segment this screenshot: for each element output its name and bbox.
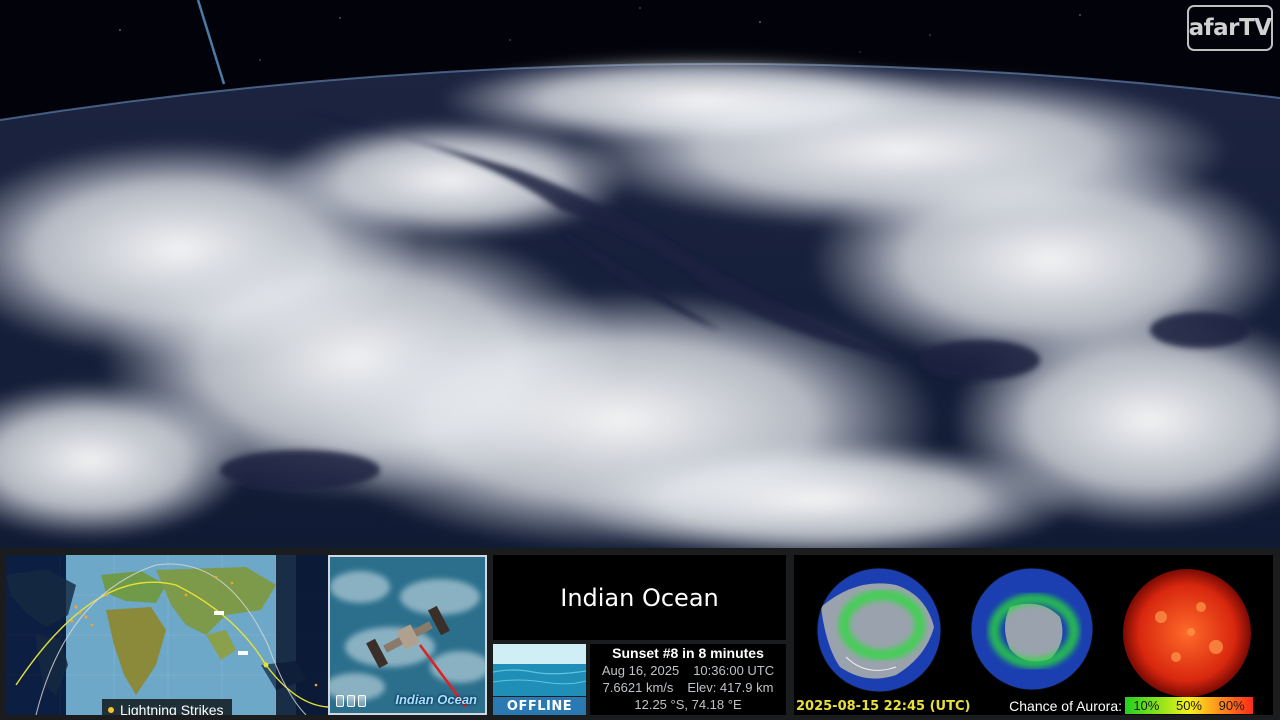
earth-clouds-image	[0, 0, 1280, 548]
orbit-info-panel: Sunset #8 in 8 minutes Aug 16, 2025 10:3…	[590, 644, 786, 715]
stream-status-badge: OFFLINE	[493, 697, 586, 715]
tracker-hud: Lightning Strikes Indian Ocean Indian Oc…	[0, 548, 1280, 720]
date-time-row: Aug 16, 2025 10:36:00 UTC	[590, 662, 786, 679]
aurora-north-globe	[816, 567, 942, 693]
coordinates-row: 12.25 °S, 74.18 °E	[590, 696, 786, 713]
aurora-color-scale: 10% 50% 90%	[1125, 697, 1253, 714]
lightning-strikes-text: Lightning Strikes	[120, 702, 224, 715]
space-weather-timestamp: 2025-08-15 22:45 (UTC)	[796, 699, 971, 714]
lightning-dot-icon	[108, 707, 114, 713]
sun-image	[1123, 569, 1251, 697]
scale-low: 10%	[1133, 698, 1160, 713]
ocean-thumbnail	[493, 644, 586, 696]
camera-status-icons	[336, 695, 366, 707]
space-weather-panel: 2025-08-15 22:45 (UTC) Chance of Aurora:…	[794, 555, 1273, 715]
iss-closeup-view[interactable]: Indian Ocean	[328, 555, 487, 715]
afartv-logo: afarTV	[1187, 5, 1273, 51]
sunset-countdown: Sunset #8 in 8 minutes	[612, 645, 764, 661]
current-time: 10:36:00 UTC	[693, 663, 775, 678]
world-map[interactable]: Lightning Strikes	[6, 555, 328, 715]
iss-closeup-image	[330, 557, 485, 713]
aurora-south-globe	[970, 567, 1094, 691]
speed-elevation-row: 7.6621 km/s Elev: 417.9 km	[590, 679, 786, 696]
lightning-strikes-legend: Lightning Strikes	[102, 699, 232, 715]
aurora-chance-scale: Chance of Aurora: 10% 50% 90%	[1009, 697, 1253, 714]
current-location: Indian Ocean	[493, 555, 786, 640]
iss-view-region-label: Indian Ocean	[395, 692, 477, 707]
current-date: Aug 16, 2025	[601, 663, 680, 678]
aurora-chance-label: Chance of Aurora:	[1009, 697, 1122, 714]
earth-camera-view: afarTV	[0, 0, 1280, 548]
scale-high: 90%	[1218, 698, 1245, 713]
orbital-speed: 7.6621 km/s	[602, 680, 674, 695]
elevation: Elev: 417.9 km	[687, 680, 774, 695]
world-map-graphic	[6, 555, 328, 715]
coordinates: 12.25 °S, 74.18 °E	[634, 697, 742, 712]
scale-mid: 50%	[1175, 698, 1202, 713]
